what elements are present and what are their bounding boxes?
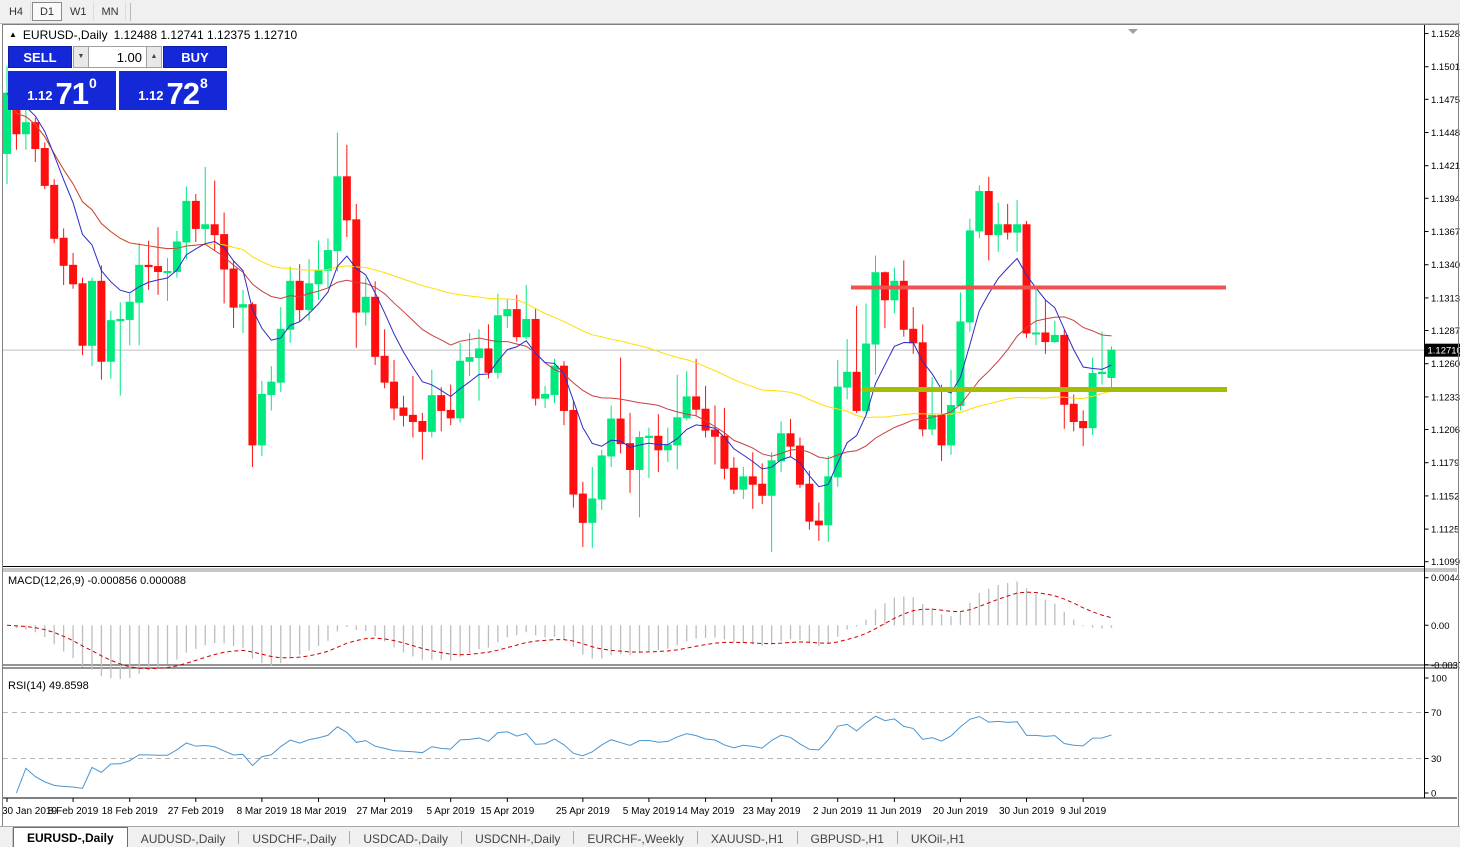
toolbar-divider: [130, 3, 131, 21]
trade-controls-row: SELL ▼ ▲ BUY: [8, 46, 227, 68]
svg-text:1.14210: 1.14210: [1431, 161, 1460, 172]
sell-price[interactable]: 1.12 71 0: [8, 70, 116, 110]
svg-text:1.11795: 1.11795: [1431, 458, 1460, 469]
sell-price-prefix: 1.12: [27, 88, 52, 103]
date-tick-label: 5 May 2019: [623, 806, 676, 817]
svg-text:1.15285: 1.15285: [1431, 29, 1460, 40]
date-tick-label: 30 Jun 2019: [999, 806, 1054, 817]
volume-increment-button[interactable]: ▲: [146, 46, 162, 68]
macd-label: MACD(12,26,9) -0.000856 0.000088: [8, 575, 186, 587]
svg-text:0.004465: 0.004465: [1431, 573, 1460, 584]
date-tick-label: 5 Apr 2019: [426, 806, 475, 817]
date-tick-label: 2 Jun 2019: [813, 806, 863, 817]
buy-price-big: 72: [167, 80, 199, 107]
svg-text:1.14750: 1.14750: [1431, 95, 1460, 106]
svg-text:1.15015: 1.15015: [1431, 62, 1460, 73]
current-price-badge-text: 1.12710: [1428, 346, 1460, 357]
date-tick-label: 18 Mar 2019: [290, 806, 347, 817]
sell-price-sup: 0: [89, 75, 97, 91]
svg-text:1.12330: 1.12330: [1431, 392, 1460, 403]
timeframe-button-w1[interactable]: W1: [63, 2, 94, 21]
rsi-label: RSI(14) 49.8598: [8, 680, 89, 692]
date-tick-label: 20 Jun 2019: [933, 806, 988, 817]
chart-canvas[interactable]: 1.15285 1.15015 1.14750 1.14480 1.14210 1.139…: [0, 0, 1460, 847]
tab-usdcad-daily[interactable]: USDCAD-,Daily: [350, 829, 461, 847]
svg-text:1.13405: 1.13405: [1431, 260, 1460, 271]
svg-text:1.13675: 1.13675: [1431, 227, 1460, 238]
date-tick-label: 14 May 2019: [677, 806, 735, 817]
svg-text:1.10990: 1.10990: [1431, 557, 1460, 568]
chart-title: ▲ EURUSD-,Daily 1.12488 1.12741 1.12375 …: [9, 28, 297, 42]
volume-decrement-button[interactable]: ▼: [73, 46, 89, 68]
svg-text:-0.00371: -0.00371: [1431, 660, 1460, 671]
sell-button[interactable]: SELL: [8, 46, 72, 68]
svg-text:0.00: 0.00: [1431, 621, 1450, 632]
one-click-trading-panel: SELL ▼ ▲ BUY 1.12 71 0 1.12 72 8: [8, 46, 227, 110]
svg-text:1.14480: 1.14480: [1431, 128, 1460, 139]
svg-text:30: 30: [1431, 754, 1442, 765]
buy-button[interactable]: BUY: [163, 46, 227, 68]
mt4-screen: 1.15285 1.15015 1.14750 1.14480 1.14210 1.139…: [0, 0, 1460, 847]
svg-text:1.11255: 1.11255: [1431, 525, 1460, 536]
tab-eurusd-daily[interactable]: EURUSD-,Daily: [13, 827, 128, 847]
svg-text:1.12600: 1.12600: [1431, 359, 1460, 370]
symbol-title: EURUSD-,Daily: [23, 28, 108, 42]
timeframe-button-h4[interactable]: H4: [1, 2, 31, 21]
sell-price-big: 71: [56, 80, 88, 107]
tab-usdchf-daily[interactable]: USDCHF-,Daily: [239, 829, 349, 847]
tab-gbpusd-h1[interactable]: GBPUSD-,H1: [798, 829, 897, 847]
svg-text:0: 0: [1431, 789, 1436, 800]
date-tick-label: 27 Mar 2019: [357, 806, 414, 817]
svg-text:70: 70: [1431, 708, 1442, 719]
timeframe-button-d1[interactable]: D1: [32, 2, 62, 21]
buy-price-prefix: 1.12: [138, 88, 163, 103]
date-tick-label: 8 Mar 2019: [237, 806, 288, 817]
buy-price-sup: 8: [200, 75, 208, 91]
date-tick-label: 9 Jul 2019: [1060, 806, 1107, 817]
timeframe-toolbar: H4D1W1MN: [0, 0, 1460, 24]
buy-price[interactable]: 1.12 72 8: [119, 70, 227, 110]
svg-text:1.13135: 1.13135: [1431, 293, 1460, 304]
chart-tabs-bar: EURUSD-,DailyAUDUSD-,DailyUSDCHF-,DailyU…: [0, 826, 1460, 847]
tab-eurchf-weekly[interactable]: EURCHF-,Weekly: [574, 829, 696, 847]
svg-text:100: 100: [1431, 674, 1447, 685]
tab-xauusd-h1[interactable]: XAUUSD-,H1: [698, 829, 797, 847]
svg-text:1.12065: 1.12065: [1431, 425, 1460, 436]
svg-text:1.12870: 1.12870: [1431, 326, 1460, 337]
date-tick-label: 15 Apr 2019: [480, 806, 534, 817]
date-tick-label: 23 May 2019: [743, 806, 801, 817]
date-tick-label: 8 Feb 2019: [48, 806, 99, 817]
volume-spinner: ▼ ▲: [73, 46, 162, 68]
svg-text:1.13945: 1.13945: [1431, 194, 1460, 205]
date-tick-label: 11 Jun 2019: [867, 806, 922, 817]
date-tick-label: 18 Feb 2019: [102, 806, 159, 817]
trade-prices-row: 1.12 71 0 1.12 72 8: [8, 70, 227, 110]
ohlc-values: 1.12488 1.12741 1.12375 1.12710: [114, 28, 298, 42]
tabbar-spacer: [0, 828, 13, 847]
tab-usdcnh-daily[interactable]: USDCNH-,Daily: [462, 829, 573, 847]
collapse-icon[interactable]: ▲: [9, 30, 17, 39]
volume-input[interactable]: [89, 46, 146, 68]
chart-background: [3, 24, 1458, 825]
timeframe-button-mn[interactable]: MN: [95, 2, 126, 21]
date-tick-label: 25 Apr 2019: [556, 806, 610, 817]
tab-ukoil-h1[interactable]: UKOil-,H1: [898, 829, 978, 847]
date-tick-label: 27 Feb 2019: [168, 806, 225, 817]
tab-audusd-daily[interactable]: AUDUSD-,Daily: [128, 829, 239, 847]
svg-text:1.11525: 1.11525: [1431, 491, 1460, 502]
